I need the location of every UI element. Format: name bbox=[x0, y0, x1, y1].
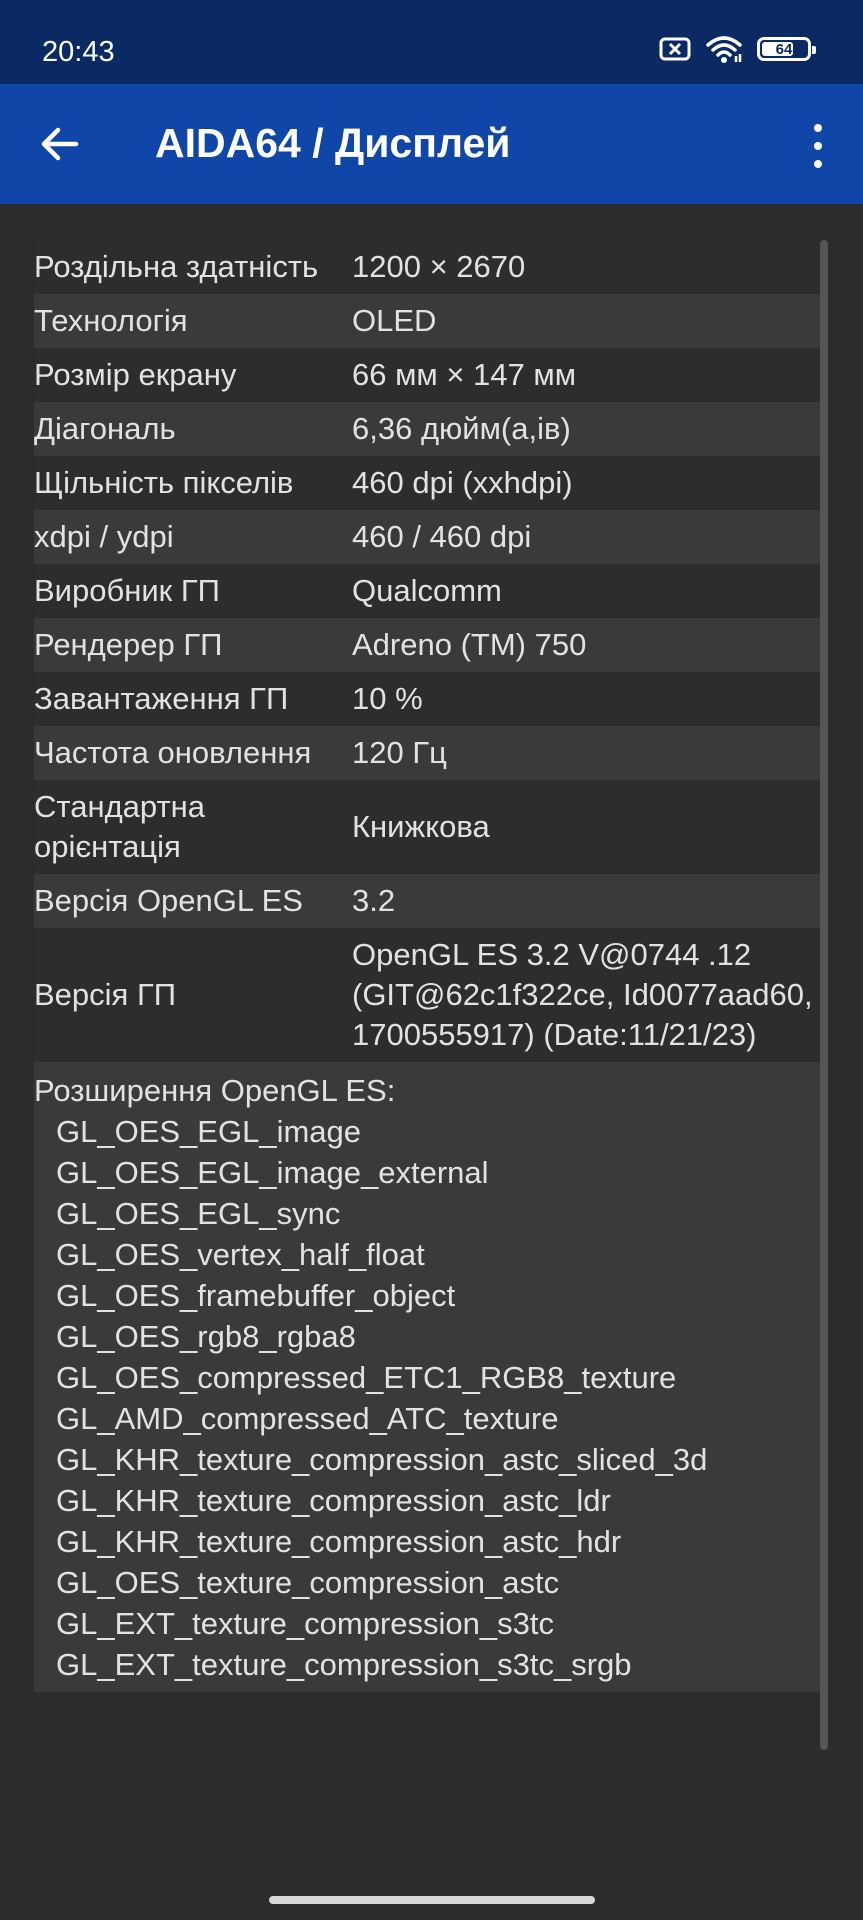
more-vert-icon[interactable] bbox=[803, 124, 833, 168]
info-value: OpenGL ES 3.2 V@0744 .12 (GIT@62c1f322ce… bbox=[352, 937, 813, 1052]
home-indicator[interactable] bbox=[269, 1896, 595, 1904]
battery-level: 64 bbox=[775, 40, 793, 58]
info-row: Технологія OLED bbox=[34, 294, 828, 348]
info-row: Розмір екрану 66 мм × 147 мм bbox=[34, 348, 828, 402]
extension-item: GL_AMD_compressed_ATC_texture bbox=[56, 1401, 559, 1436]
info-value: Книжкова bbox=[352, 809, 490, 844]
page-title: AIDA64 / Дисплей bbox=[155, 120, 511, 166]
extension-item: GL_OES_compressed_ETC1_RGB8_texture bbox=[56, 1360, 677, 1395]
extension-item: GL_OES_framebuffer_object bbox=[56, 1278, 456, 1313]
extension-item: GL_OES_rgb8_rgba8 bbox=[56, 1319, 356, 1354]
info-row: Виробник ГП Qualcomm bbox=[34, 564, 828, 618]
info-value: 460 / 460 dpi bbox=[352, 519, 532, 554]
info-label: Технологія bbox=[34, 303, 188, 338]
info-row: Роздільна здатність 1200 × 2670 bbox=[34, 240, 828, 294]
info-value: 10 % bbox=[352, 681, 423, 716]
opengl-extensions-block: Розширення OpenGL ES: GL_OES_EGL_image GL… bbox=[34, 1062, 828, 1692]
info-row: Рендерер ГП Adreno (TM) 750 bbox=[34, 618, 828, 672]
extension-item: GL_KHR_texture_compression_astc_sliced_3… bbox=[56, 1442, 708, 1477]
extension-item: GL_OES_texture_compression_astc bbox=[56, 1565, 560, 1600]
extension-item: GL_EXT_texture_compression_s3tc bbox=[56, 1606, 554, 1641]
extension-item: GL_OES_EGL_image bbox=[56, 1114, 362, 1149]
no-sim-icon bbox=[659, 37, 691, 61]
status-time: 20:43 bbox=[42, 36, 115, 68]
back-arrow-icon[interactable] bbox=[36, 120, 84, 168]
info-value: 120 Гц bbox=[352, 735, 447, 770]
info-value: 6,36 дюйм(а,ів) bbox=[352, 411, 571, 446]
info-value: OLED bbox=[352, 303, 437, 338]
extension-item: GL_OES_vertex_half_float bbox=[56, 1237, 425, 1272]
info-row: Щільність пікселів 460 dpi (xxhdpi) bbox=[34, 456, 828, 510]
extension-item: GL_OES_EGL_image_external bbox=[56, 1155, 489, 1190]
extension-item: GL_KHR_texture_compression_astc_ldr bbox=[56, 1483, 611, 1518]
info-row: Частота оновлення 120 Гц bbox=[34, 726, 828, 780]
extension-item: GL_EXT_texture_compression_rgtc bbox=[34, 1685, 828, 1692]
info-value: Adreno (TM) 750 bbox=[352, 627, 587, 662]
status-icons: 64 bbox=[659, 34, 816, 64]
info-row: xdpi / ydpi 460 / 460 dpi bbox=[34, 510, 828, 564]
extensions-title: Розширення OpenGL ES: bbox=[34, 1073, 396, 1108]
info-value: 460 dpi (xxhdpi) bbox=[352, 465, 573, 500]
info-label: xdpi / ydpi bbox=[34, 519, 174, 554]
display-info-list: Роздільна здатність 1200 × 2670 Технологія… bbox=[34, 240, 828, 1692]
info-row: Діагональ 6,36 дюйм(а,ів) bbox=[34, 402, 828, 456]
info-label: Виробник ГП bbox=[34, 573, 220, 608]
info-label: Рендерер ГП bbox=[34, 627, 223, 662]
app-bar: AIDA64 / Дисплей bbox=[0, 84, 863, 204]
info-value: 1200 × 2670 bbox=[352, 249, 526, 284]
info-label: Стандартна орієнтація bbox=[34, 789, 206, 864]
info-label: Версія OpenGL ES bbox=[34, 883, 303, 918]
info-row: Завантаження ГП 10 % bbox=[34, 672, 828, 726]
info-label: Діагональ bbox=[34, 411, 176, 446]
info-row: Версія OpenGL ES 3.2 bbox=[34, 874, 828, 928]
info-value: 66 мм × 147 мм bbox=[352, 357, 577, 392]
status-bar: 20:43 64 bbox=[0, 0, 863, 84]
extension-item: GL_EXT_texture_compression_s3tc_srgb bbox=[56, 1647, 632, 1682]
battery-icon: 64 bbox=[757, 37, 816, 61]
info-label: Завантаження ГП bbox=[34, 681, 289, 716]
info-label: Щільність пікселів bbox=[34, 465, 294, 500]
wifi-icon bbox=[706, 36, 742, 63]
info-value: Qualcomm bbox=[352, 573, 502, 608]
extension-item: GL_KHR_texture_compression_astc_hdr bbox=[56, 1524, 622, 1559]
info-row: Версія ГП OpenGL ES 3.2 V@0744 .12 (GIT@6… bbox=[34, 928, 828, 1062]
info-label: Роздільна здатність bbox=[34, 249, 319, 284]
nav-bar-area bbox=[0, 1850, 863, 1920]
info-value: 3.2 bbox=[352, 883, 396, 918]
info-label: Розмір екрану bbox=[34, 357, 237, 392]
info-label: Версія ГП bbox=[34, 977, 177, 1012]
info-label: Частота оновлення bbox=[34, 735, 312, 770]
scrollbar[interactable] bbox=[820, 240, 828, 1750]
extension-item: GL_OES_EGL_sync bbox=[56, 1196, 341, 1231]
info-row: Стандартна орієнтація Книжкова bbox=[34, 780, 828, 874]
